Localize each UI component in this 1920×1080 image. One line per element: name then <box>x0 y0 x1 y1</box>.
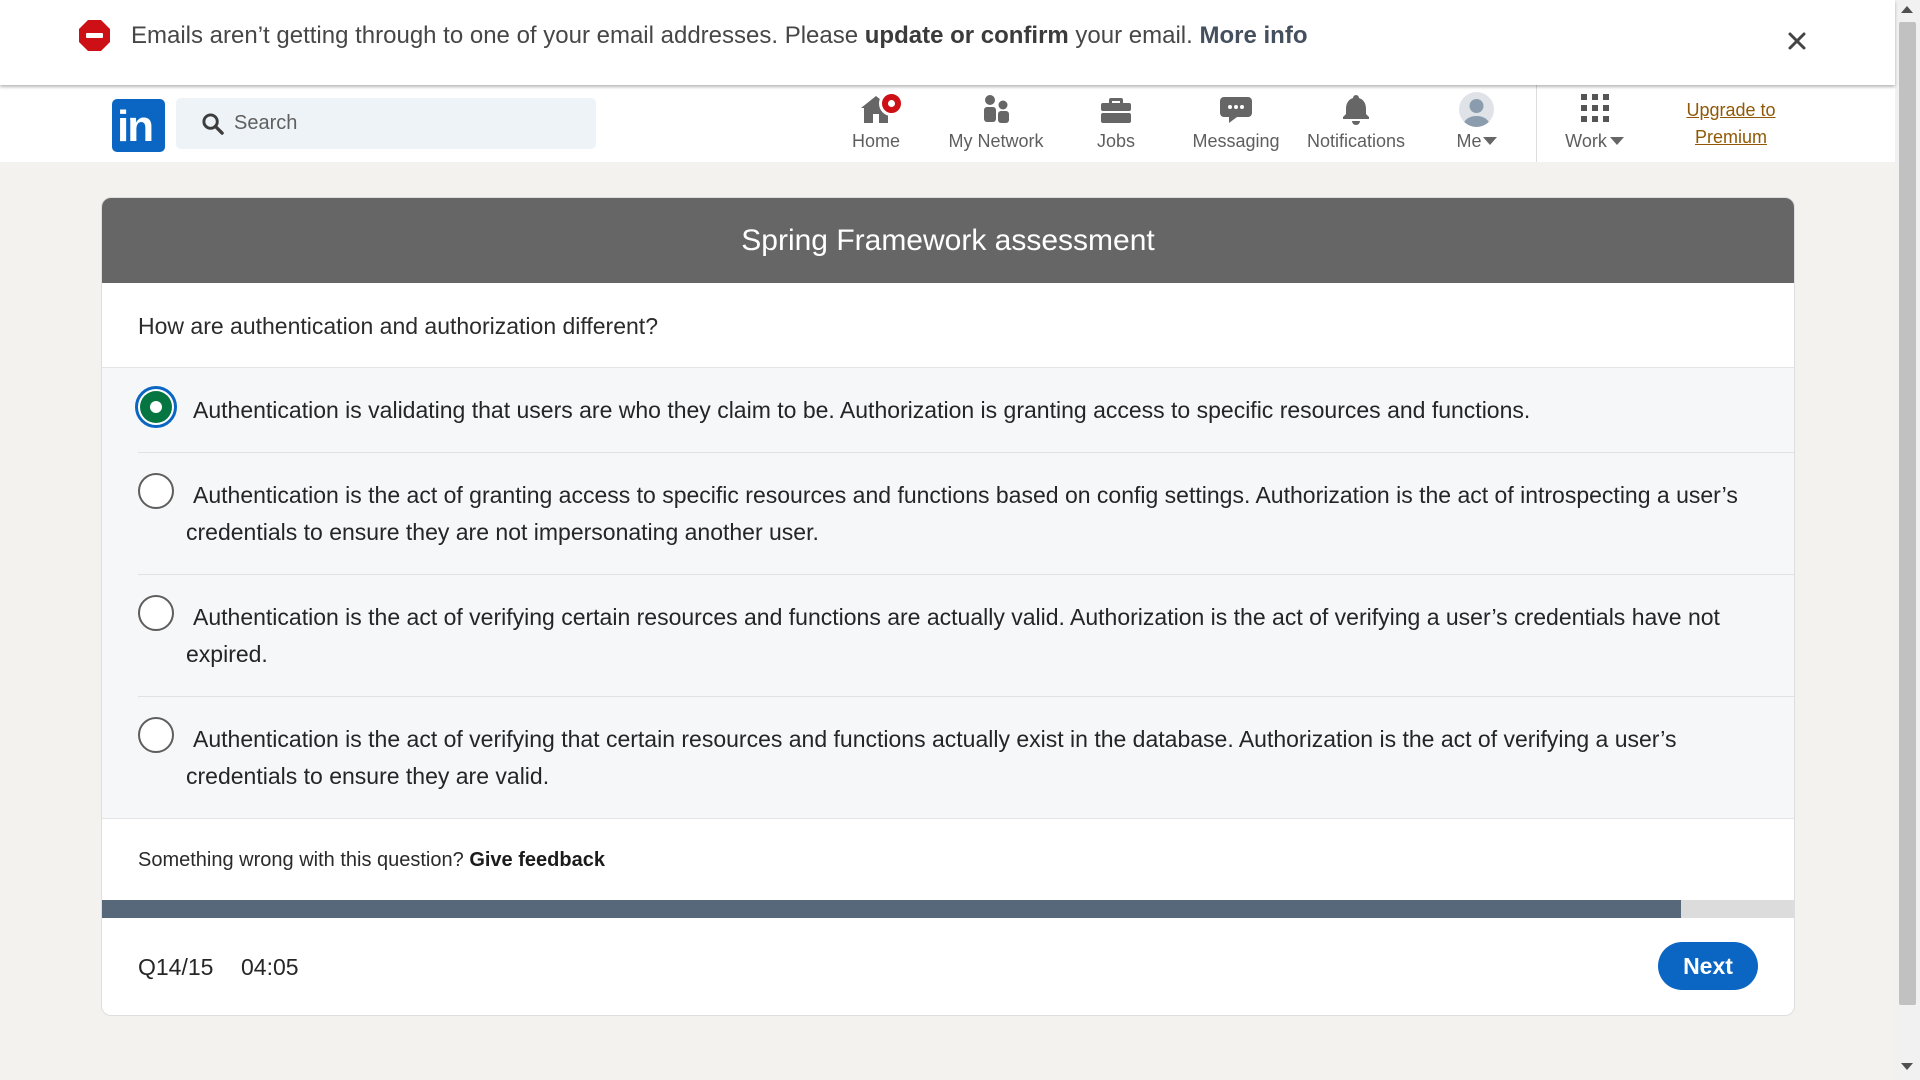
nav-work[interactable]: Work <box>1555 85 1635 162</box>
page-scrollbar[interactable] <box>1895 0 1920 1080</box>
answer-option-3[interactable]: Authentication is the act of verifying c… <box>138 575 1794 697</box>
logo-text: in <box>117 102 154 151</box>
answer-option-text: Authentication is the act of verifying t… <box>186 726 1677 789</box>
next-button[interactable]: Next <box>1658 942 1758 990</box>
answer-option-4[interactable]: Authentication is the act of verifying t… <box>138 697 1794 819</box>
answer-option-text: Authentication is validating that users … <box>193 397 1531 423</box>
banner-bold-text[interactable]: update or confirm <box>865 22 1069 49</box>
stop-icon <box>79 20 110 51</box>
more-info-link[interactable]: More info <box>1199 22 1307 49</box>
briefcase-icon <box>1101 98 1131 123</box>
nav-my-network[interactable]: My Network <box>936 85 1056 162</box>
scroll-up-arrow-icon[interactable] <box>1901 6 1913 13</box>
chevron-down-icon <box>1483 137 1497 145</box>
feedback-row: Something wrong with this question? Give… <box>138 849 605 872</box>
chevron-down-icon <box>1610 137 1624 145</box>
close-icon[interactable] <box>1782 26 1812 56</box>
question-counter: Q14/15 <box>138 954 214 980</box>
radio-button[interactable] <box>138 595 174 631</box>
assessment-title: Spring Framework assessment <box>741 224 1155 257</box>
messaging-icon <box>1220 97 1252 123</box>
scroll-down-arrow-icon[interactable] <box>1901 1063 1913 1070</box>
nav-label-notifications: Notifications <box>1306 131 1406 151</box>
assessment-card: Spring Framework assessment How are auth… <box>101 197 1795 1016</box>
answer-option-1[interactable]: Authentication is validating that users … <box>135 368 1794 453</box>
search-icon <box>202 113 224 135</box>
notification-badge <box>879 91 904 116</box>
nav-label-jobs: Jobs <box>1096 131 1136 151</box>
global-nav: in Home My Network Jobs <box>0 85 1895 162</box>
premium-line-2: Premium <box>1694 127 1767 147</box>
nav-label-me: Me <box>1456 131 1482 151</box>
network-icon <box>984 95 1009 123</box>
banner-text-after: your email. <box>1068 22 1200 49</box>
avatar[interactable] <box>1459 92 1494 127</box>
bell-icon <box>1343 95 1369 125</box>
answer-options: Authentication is validating that users … <box>102 367 1794 819</box>
progress-fill <box>102 900 1681 918</box>
assessment-footer: Q14/15 04:05 Next <box>102 918 1794 1015</box>
answer-option-2[interactable]: Authentication is the act of granting ac… <box>138 453 1794 575</box>
give-feedback-link[interactable]: Give feedback <box>469 849 605 871</box>
nav-jobs[interactable]: Jobs <box>1076 85 1156 162</box>
nav-notifications[interactable]: Notifications <box>1296 85 1416 162</box>
answer-option-text: Authentication is the act of verifying c… <box>186 604 1720 667</box>
answer-option-text: Authentication is the act of granting ac… <box>186 482 1738 545</box>
timer: 04:05 <box>241 954 299 980</box>
radio-button[interactable] <box>138 717 174 753</box>
banner-text-before: Emails aren’t getting through to one of … <box>131 22 865 49</box>
search-box[interactable] <box>176 98 596 149</box>
search-input[interactable] <box>234 98 584 149</box>
nav-home[interactable]: Home <box>836 85 916 162</box>
radio-button-selected[interactable] <box>135 386 177 428</box>
feedback-prompt: Something wrong with this question? <box>138 849 464 871</box>
premium-line-1: Upgrade to <box>1686 100 1776 120</box>
assessment-header: Spring Framework assessment <box>102 198 1794 283</box>
nav-label-messaging: Messaging <box>1192 131 1280 151</box>
nav-label-my-network: My Network <box>948 131 1044 151</box>
radio-button[interactable] <box>138 473 174 509</box>
email-alert-banner: Emails aren’t getting through to one of … <box>0 0 1895 85</box>
question-text: How are authentication and authorization… <box>138 313 658 339</box>
grid-icon <box>1581 94 1609 122</box>
profile-placeholder-icon <box>1463 99 1490 127</box>
progress-bar <box>102 900 1794 918</box>
scroll-thumb[interactable] <box>1899 22 1916 1005</box>
upgrade-premium-link[interactable]: Upgrade to Premium <box>1666 97 1796 151</box>
nav-label-home: Home <box>851 131 900 151</box>
linkedin-logo[interactable]: in <box>112 99 165 152</box>
nav-messaging[interactable]: Messaging <box>1186 85 1286 162</box>
nav-divider <box>1536 85 1537 162</box>
banner-message: Emails aren’t getting through to one of … <box>131 22 1307 50</box>
